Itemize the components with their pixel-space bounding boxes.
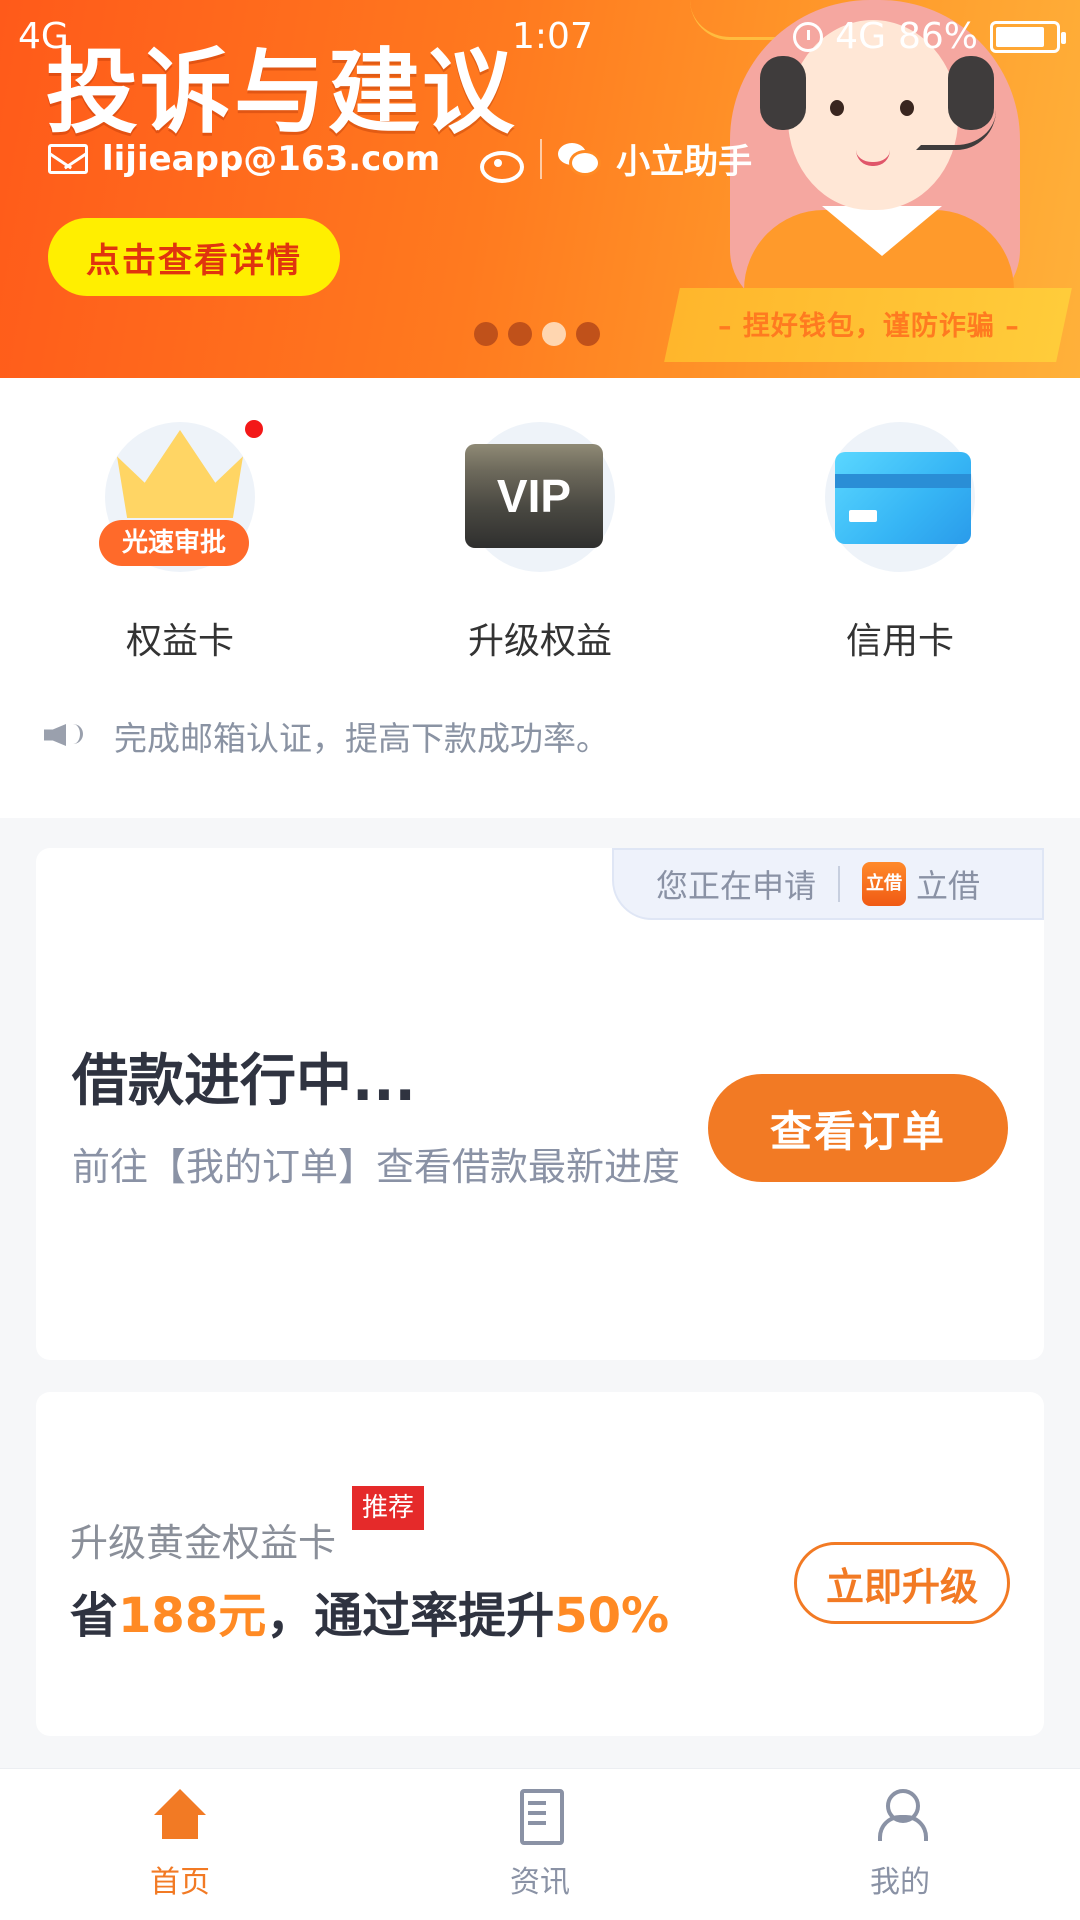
applying-label: 您正在申请 <box>656 867 817 905</box>
vip-icon-wrap: VIP <box>465 422 615 572</box>
view-details-button[interactable]: 点击查看详情 <box>48 218 340 296</box>
banner-title: 投诉与建议 <box>46 42 517 144</box>
profile-icon <box>874 1789 928 1841</box>
crown-icon <box>117 430 243 518</box>
mail-icon <box>48 143 88 174</box>
upgrade-offer-line: 省188元，通过率提升50% <box>70 1576 669 1646</box>
entry-benefit-card[interactable]: 光速审批 权益卡 <box>80 420 280 664</box>
lijie-logo-icon: 立借 <box>862 862 907 906</box>
upgrade-title: 升级黄金权益卡 <box>70 1521 337 1565</box>
loan-status-title: 借款进行中... <box>72 1049 416 1114</box>
entry-credit-card[interactable]: 信用卡 <box>800 422 1000 664</box>
battery-percent: 86% <box>897 16 978 57</box>
applying-product-tag: 您正在申请 立借 立借 <box>612 848 1044 920</box>
wechat-name: 小立助手 <box>616 142 753 182</box>
fast-approval-badge: 光速审批 <box>99 520 249 566</box>
tab-news[interactable]: 资讯 <box>460 1789 620 1901</box>
carousel-dot[interactable] <box>508 322 532 346</box>
entry-label: 升级权益 <box>467 621 612 662</box>
wechat-icon <box>558 141 602 177</box>
quick-entries: 光速审批 权益卡 VIP 升级权益 信用卡 <box>0 378 1080 678</box>
contact-row: lijieapp@163.com 小立助手 <box>48 134 752 183</box>
contact-email: lijieapp@163.com <box>102 138 441 179</box>
entry-label: 权益卡 <box>125 621 234 662</box>
bottom-tab-bar: 首页 资讯 我的 <box>0 1768 1080 1920</box>
banner-slogan: – 捏好钱包，谨防诈骗 – <box>718 311 1020 342</box>
offer-amount: 188元 <box>118 1588 267 1644</box>
alarm-icon <box>793 21 824 52</box>
credit-card-icon-wrap <box>825 422 975 572</box>
carousel-dot[interactable] <box>576 322 600 346</box>
carousel-dot[interactable] <box>474 322 498 346</box>
tab-profile[interactable]: 我的 <box>820 1789 980 1901</box>
product-name: 立借 <box>916 867 981 905</box>
notification-dot <box>245 420 263 438</box>
home-icon <box>154 1789 206 1839</box>
notice-text: 完成邮箱认证，提高下款成功率。 <box>114 719 609 758</box>
notice-bar[interactable]: 完成邮箱认证，提高下款成功率。 <box>0 678 1080 818</box>
tag-divider <box>838 866 841 902</box>
tab-label: 首页 <box>150 1865 210 1900</box>
tab-label: 我的 <box>870 1865 930 1900</box>
carousel-dot-active[interactable] <box>542 322 566 346</box>
loan-status-card: 您正在申请 立借 立借 借款进行中... 前往【我的订单】查看借款最新进度 查看… <box>36 848 1044 1360</box>
promo-banner[interactable]: 4G 1:07 4G 86% 投诉与建议 lijieapp@163.com 小立… <box>0 0 1080 378</box>
battery-icon <box>990 20 1066 53</box>
status-time: 1:07 <box>512 16 593 57</box>
credit-card-icon <box>835 452 971 544</box>
benefit-card-icon-wrap: 光速审批 <box>99 420 263 572</box>
speaker-icon <box>44 716 86 752</box>
offer-middle: ，通过率提升 <box>266 1588 555 1644</box>
entry-upgrade-benefit[interactable]: VIP 升级权益 <box>440 422 640 664</box>
offer-rate: 50% <box>554 1588 670 1644</box>
weibo-icon <box>478 141 525 183</box>
tab-label: 资讯 <box>510 1865 570 1900</box>
vip-card-icon: VIP <box>465 444 603 548</box>
tab-home[interactable]: 首页 <box>100 1789 260 1901</box>
upgrade-now-button[interactable]: 立即升级 <box>794 1542 1010 1624</box>
recommend-badge: 推荐 <box>352 1486 425 1530</box>
carousel-indicator[interactable] <box>474 322 600 346</box>
upgrade-card: 升级黄金权益卡 推荐 省188元，通过率提升50% 立即升级 <box>36 1392 1044 1736</box>
entry-label: 信用卡 <box>845 621 954 662</box>
offer-prefix: 省 <box>70 1588 119 1644</box>
contact-divider <box>540 138 543 179</box>
loan-status-subtitle: 前往【我的订单】查看借款最新进度 <box>72 1145 681 1189</box>
view-order-button[interactable]: 查看订单 <box>708 1074 1008 1182</box>
news-icon <box>514 1789 566 1845</box>
network-label: 4G <box>835 16 886 57</box>
